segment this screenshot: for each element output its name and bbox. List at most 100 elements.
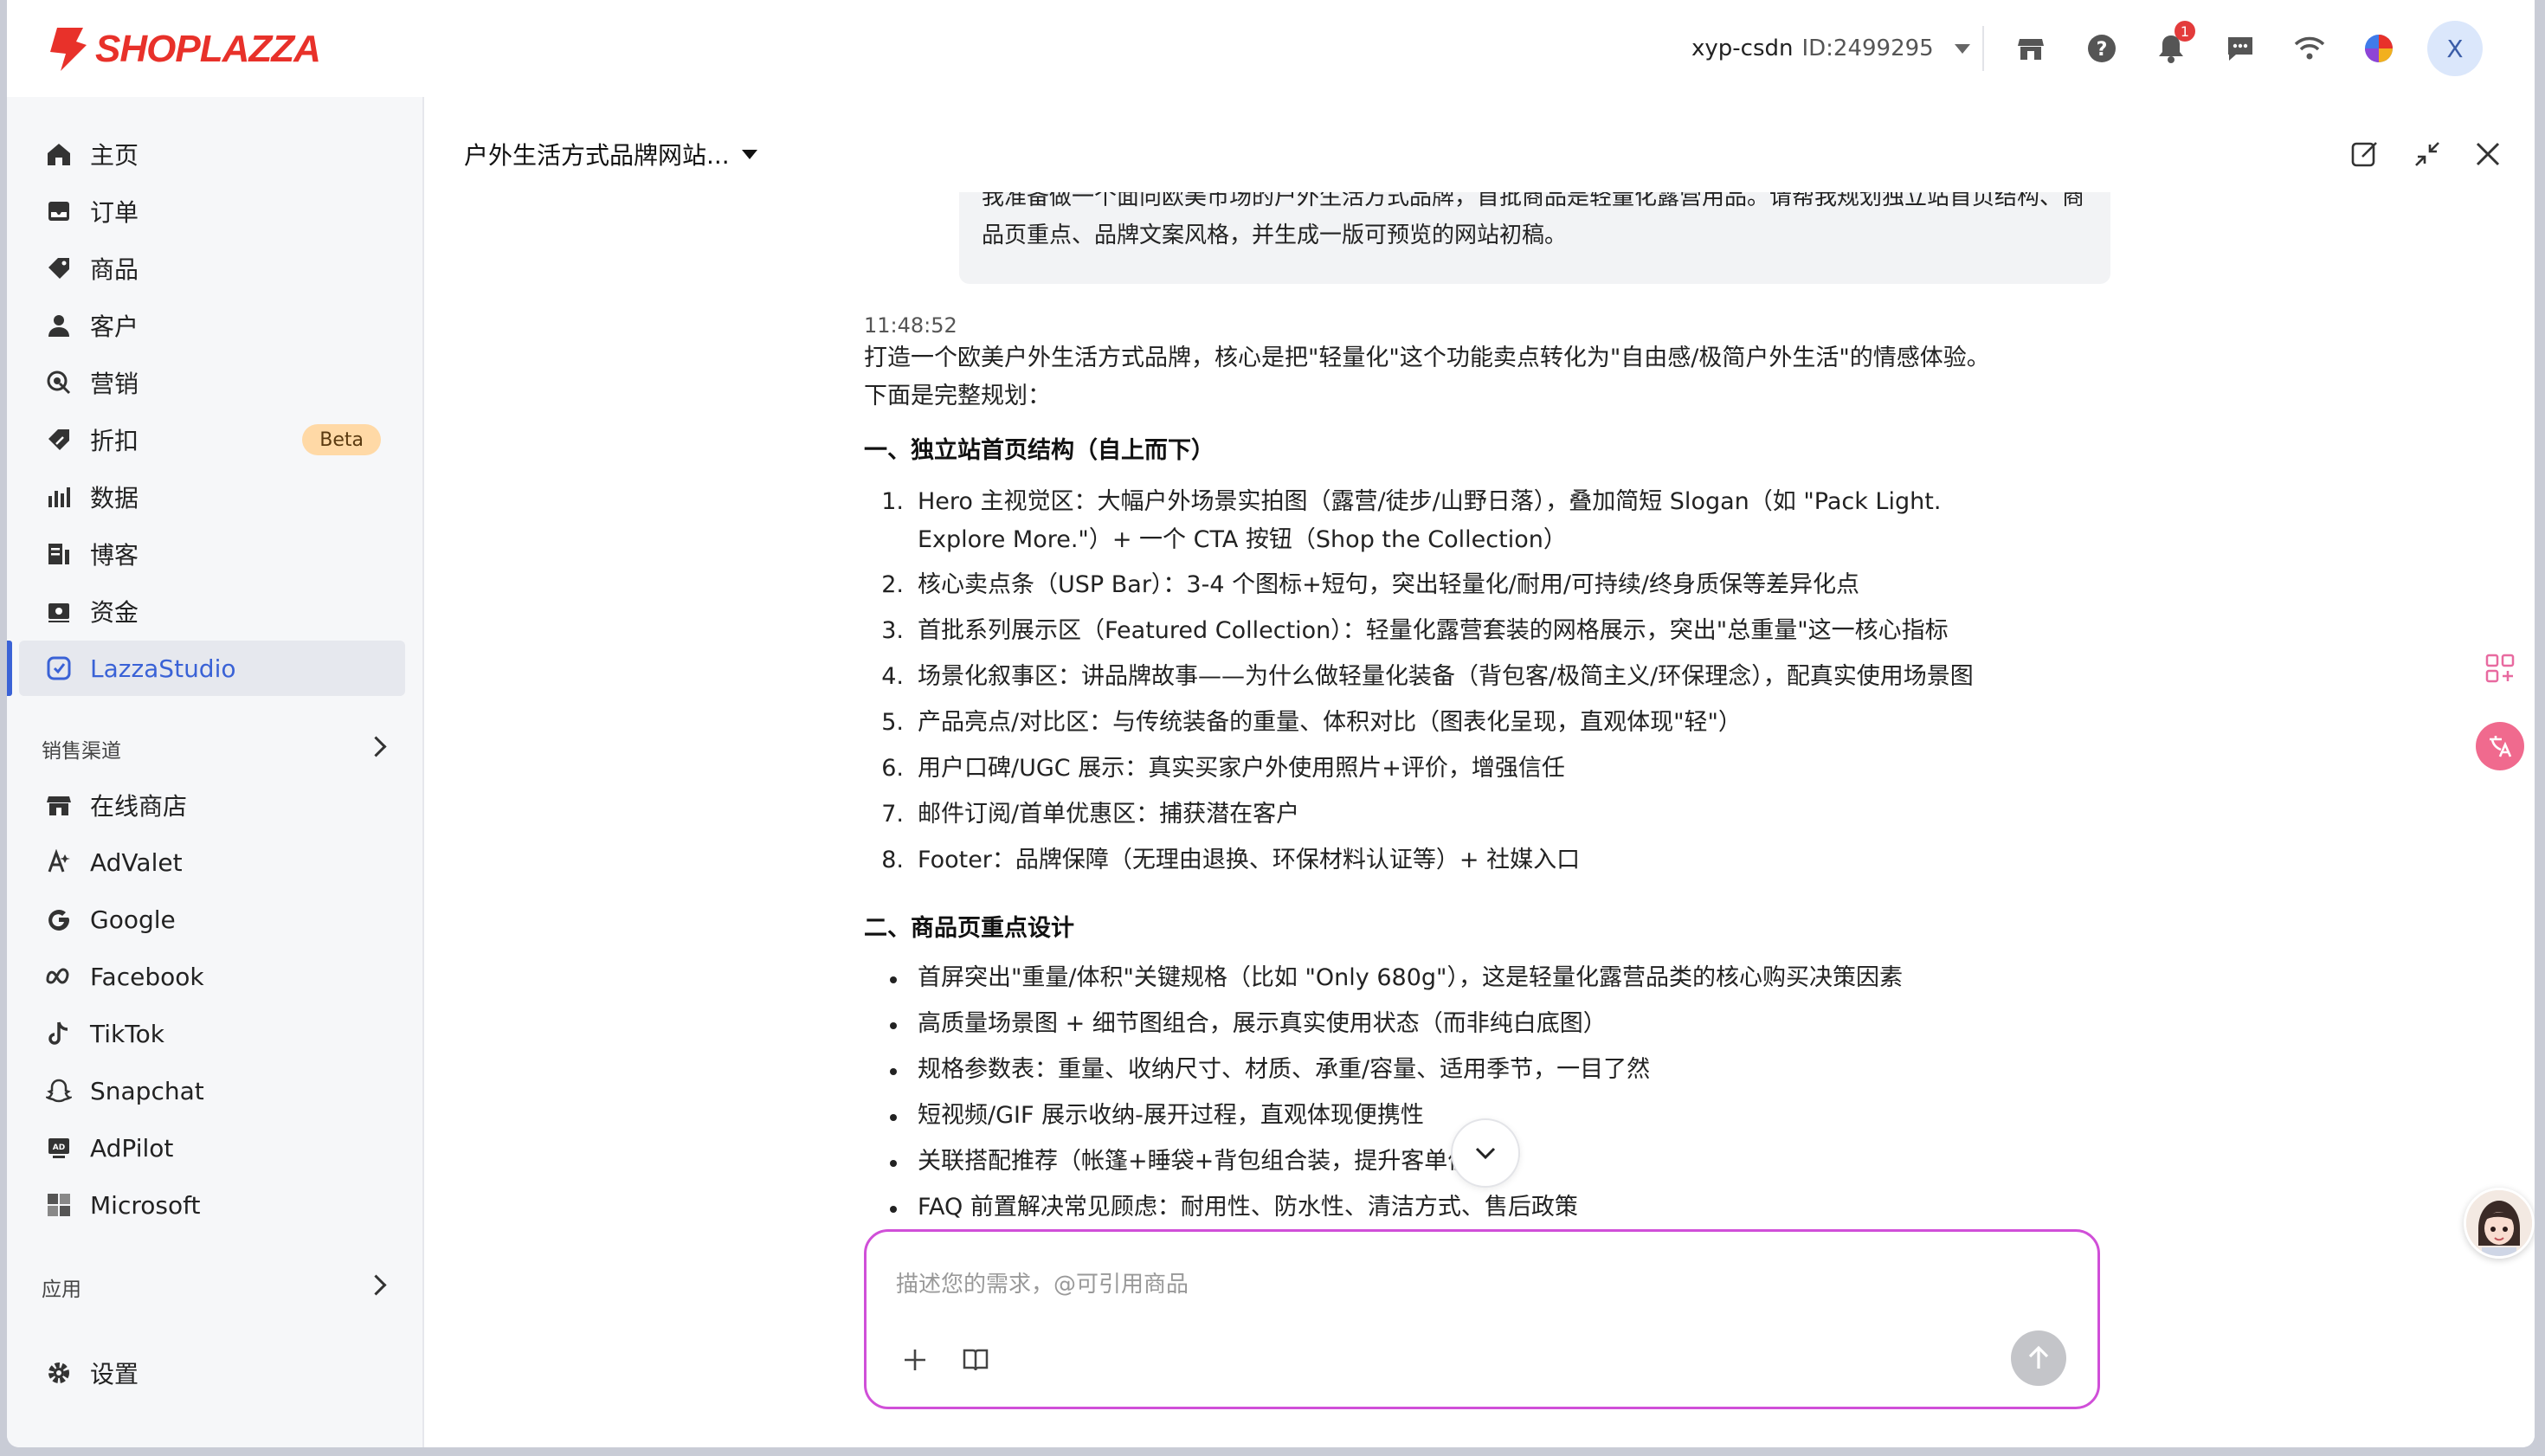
gear-icon: [43, 1357, 74, 1388]
sidebar-item-label: 商品: [90, 255, 139, 284]
sidebar-item-label: 客户: [90, 312, 139, 341]
sidebar-item-tiktok[interactable]: TikTok: [19, 1006, 405, 1061]
person-icon: [43, 310, 74, 341]
sidebar-item-label: AdValet: [90, 847, 183, 877]
sidebar-item-orders[interactable]: 订单: [19, 184, 405, 239]
sidebar-item-label: LazzaStudio: [90, 654, 236, 683]
plus-icon: [905, 1350, 925, 1370]
user-avatar[interactable]: X: [2427, 21, 2483, 76]
wallet-icon: [43, 596, 74, 627]
sidebar-item-label: 主页: [90, 141, 139, 170]
inbox-icon: [43, 196, 74, 227]
chat-icon[interactable]: [2221, 29, 2259, 68]
store-icon[interactable]: [2012, 29, 2050, 68]
account-id: ID:2499295: [1801, 35, 1934, 61]
svg-text:AD: AD: [53, 1144, 65, 1152]
sidebar-item-label: 在线商店: [90, 792, 188, 821]
blog-icon: [43, 538, 74, 570]
sidebar-item-label: Microsoft: [90, 1190, 201, 1220]
divider: [1982, 26, 1984, 71]
studio-icon: [43, 653, 74, 684]
section-heading: 一、独立站首页结构（自上而下）: [864, 437, 1215, 464]
sidebar-item-analytics[interactable]: 数据: [19, 469, 405, 525]
section-heading: 二、商品页重点设计: [864, 915, 1074, 942]
google-icon: [43, 904, 74, 935]
collapse-icon[interactable]: [2408, 135, 2446, 173]
grid-plus-icon: [2485, 654, 2515, 683]
chevron-down-icon: [1475, 1147, 1496, 1160]
bell-icon[interactable]: 1: [2152, 21, 2195, 68]
adpilot-icon: AD: [43, 1132, 74, 1163]
sidebar-item-label: TikTok: [90, 1019, 164, 1048]
close-icon[interactable]: [2469, 135, 2507, 173]
conversation-title: 户外生活方式品牌网站...: [464, 141, 730, 170]
sidebar-item-marketing[interactable]: 营销: [19, 355, 405, 410]
sidebar-item-label: 订单: [90, 198, 139, 227]
snapchat-icon: [43, 1075, 74, 1106]
brand-name: SHOPLAZZA: [95, 28, 321, 70]
sidebar-item-label: 设置: [90, 1360, 139, 1388]
discount-icon: [43, 424, 74, 455]
sidebar-item-advalet[interactable]: AdValet: [19, 834, 405, 890]
help-icon[interactable]: ?: [2083, 29, 2121, 68]
wifi-icon[interactable]: [2290, 29, 2329, 68]
scroll-to-bottom-button[interactable]: [1451, 1118, 1520, 1188]
sidebar-item-label: 营销: [90, 370, 139, 398]
tiktok-icon: [43, 1018, 74, 1049]
chevron-right-icon[interactable]: [365, 736, 387, 757]
arrow-up-icon: [2028, 1345, 2049, 1369]
account-name: xyp-csdn: [1691, 35, 1794, 61]
sidebar-item-lazzastudio[interactable]: LazzaStudio: [7, 641, 405, 696]
sidebar-item-discounts[interactable]: 折扣 Beta: [19, 412, 405, 467]
chevron-right-icon[interactable]: [365, 1274, 387, 1296]
sidebar-item-label: Facebook: [90, 962, 204, 991]
sidebar-item-label: 折扣: [90, 427, 139, 455]
user-message-text: 我准备做一个面向欧美市场的户外生活方式品牌，首批商品是轻量化露营用品。请帮我规划…: [982, 192, 2085, 248]
store-icon: [43, 789, 74, 821]
logo-mark-icon: [50, 28, 87, 71]
top-bar: SHOPLAZZA xyp-csdn ID:2499295 ? 1 X: [7, 0, 2535, 99]
apps-grid-button[interactable]: [2476, 644, 2524, 693]
sidebar-item-label: 数据: [90, 484, 139, 512]
home-icon: [43, 139, 74, 170]
sidebar-item-blog[interactable]: 博客: [19, 526, 405, 582]
translate-icon: [2490, 736, 2512, 757]
sidebar-item-google[interactable]: Google: [19, 892, 405, 947]
app-window: SHOPLAZZA xyp-csdn ID:2499295 ? 1 X 主页 订…: [7, 0, 2535, 1447]
message-composer[interactable]: 描述您的需求，@可引用商品: [864, 1229, 2100, 1409]
conversation-title-dropdown[interactable]: 户外生活方式品牌网站...: [464, 137, 757, 171]
send-button[interactable]: [2011, 1330, 2066, 1386]
assistant-avatar[interactable]: [2464, 1188, 2535, 1259]
advalet-icon: [43, 847, 74, 878]
sidebar-item-products[interactable]: 商品: [19, 241, 405, 296]
sidebar-item-finance[interactable]: 资金: [19, 583, 405, 639]
active-indicator: [7, 641, 12, 696]
sidebar-item-facebook[interactable]: Facebook: [19, 949, 405, 1004]
color-wheel-icon[interactable]: [2360, 29, 2398, 68]
sidebar-item-label: 资金: [90, 598, 139, 627]
sidebar-item-snapchat[interactable]: Snapchat: [19, 1063, 405, 1118]
notification-badge: 1: [2175, 21, 2195, 42]
reply-intro: 打造一个欧美户外生活方式品牌，核心是把"轻量化"这个功能卖点转化为"自由感/极简…: [864, 345, 1990, 409]
shoplazza-logo[interactable]: SHOPLAZZA: [45, 26, 321, 73]
translate-button[interactable]: [2476, 722, 2524, 770]
sidebar-item-settings[interactable]: 设置: [19, 1345, 405, 1401]
add-attachment-button[interactable]: [896, 1341, 934, 1379]
message-timestamp: 11:48:52: [864, 313, 957, 338]
sidebar-item-home[interactable]: 主页: [19, 126, 405, 182]
apps-section-title: 应用: [42, 1279, 81, 1301]
main-panel: 户外生活方式品牌网站... 我准备做一个面向欧美市场的户外生活方式品牌，首批商品…: [424, 97, 2535, 1447]
edit-icon[interactable]: [2346, 135, 2384, 173]
sidebar-item-label: Google: [90, 905, 176, 934]
sidebar-item-adpilot[interactable]: AD AdPilot: [19, 1120, 405, 1176]
assistant-character-icon: [2466, 1190, 2532, 1256]
sidebar-item-online-store[interactable]: 在线商店: [19, 777, 405, 833]
bar-chart-icon: [43, 481, 74, 512]
book-icon: [963, 1349, 989, 1371]
composer-placeholder[interactable]: 描述您的需求，@可引用商品: [896, 1266, 1189, 1298]
account-switcher[interactable]: xyp-csdn ID:2499295: [1691, 31, 1970, 66]
channels-section-title: 销售渠道: [42, 740, 121, 763]
sidebar-item-microsoft[interactable]: Microsoft: [19, 1177, 405, 1233]
sidebar-item-customers[interactable]: 客户: [19, 298, 405, 353]
knowledge-base-button[interactable]: [957, 1341, 995, 1379]
